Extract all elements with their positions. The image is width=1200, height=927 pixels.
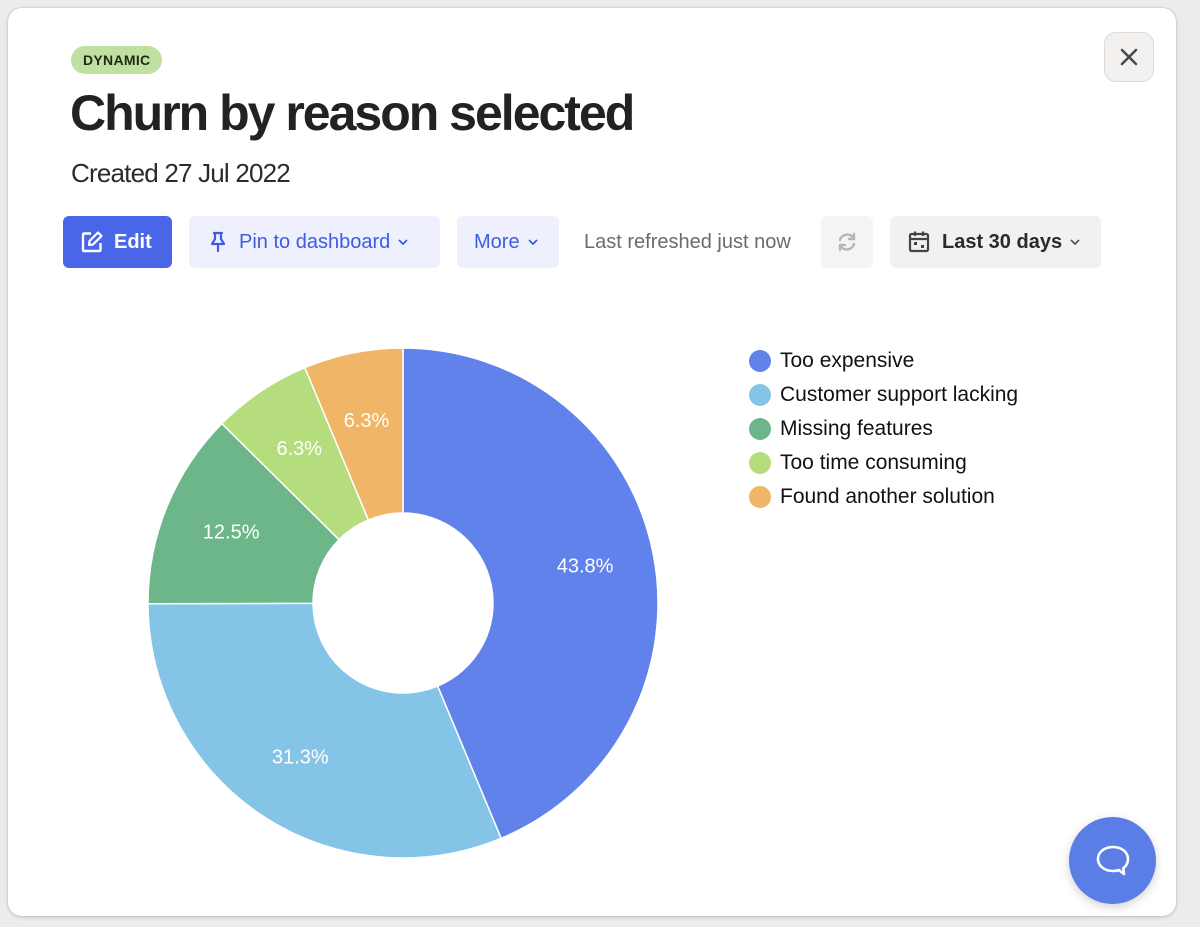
refresh-button[interactable] <box>821 216 873 268</box>
legend-label: Missing features <box>780 417 933 440</box>
chat-support-button[interactable] <box>1069 817 1156 904</box>
refresh-icon <box>838 232 856 252</box>
legend-item[interactable]: Too expensive <box>740 344 1018 378</box>
legend-swatch <box>749 350 771 372</box>
legend-label: Too expensive <box>780 349 915 372</box>
close-button[interactable] <box>1104 32 1154 82</box>
date-range-dropdown[interactable]: Last 30 days <box>890 216 1101 268</box>
chevron-down-icon <box>1070 239 1080 246</box>
chat-bubble-icon <box>1096 845 1129 875</box>
pin-to-dashboard-button[interactable]: Pin to dashboard <box>189 216 440 268</box>
edit-label: Edit <box>114 230 152 253</box>
legend-label: Found another solution <box>780 485 995 508</box>
legend-swatch <box>749 452 771 474</box>
dynamic-badge: DYNAMIC <box>71 46 163 74</box>
created-date: Created 27 Jul 2022 <box>71 158 291 188</box>
more-label: More <box>474 230 520 253</box>
legend-label: Too time consuming <box>780 451 967 474</box>
pin-icon <box>210 231 226 253</box>
legend-item[interactable]: Missing features <box>740 412 1018 446</box>
legend-item[interactable]: Too time consuming <box>740 446 1018 480</box>
legend-label: Customer support lacking <box>780 383 1019 406</box>
edit-button[interactable]: Edit <box>63 216 172 268</box>
chevron-down-icon <box>528 239 538 246</box>
legend-swatch <box>749 418 771 440</box>
edit-icon <box>81 231 103 253</box>
close-icon <box>1120 48 1138 66</box>
legend-swatch <box>749 384 771 406</box>
legend-item[interactable]: Customer support lacking <box>740 378 1018 412</box>
page-title: Churn by reason selected <box>70 85 635 141</box>
more-button[interactable]: More <box>457 216 559 268</box>
legend-swatch <box>749 486 771 508</box>
pin-label: Pin to dashboard <box>239 230 391 253</box>
chart-legend: Too expensive Customer support lacking Mis… <box>740 344 1018 514</box>
legend-item[interactable]: Found another solution <box>740 480 1018 514</box>
calendar-icon <box>908 231 930 253</box>
last-refreshed-text: Last refreshed just now <box>584 231 791 253</box>
date-range-label: Last 30 days <box>942 230 1063 253</box>
chevron-down-icon <box>398 239 408 246</box>
